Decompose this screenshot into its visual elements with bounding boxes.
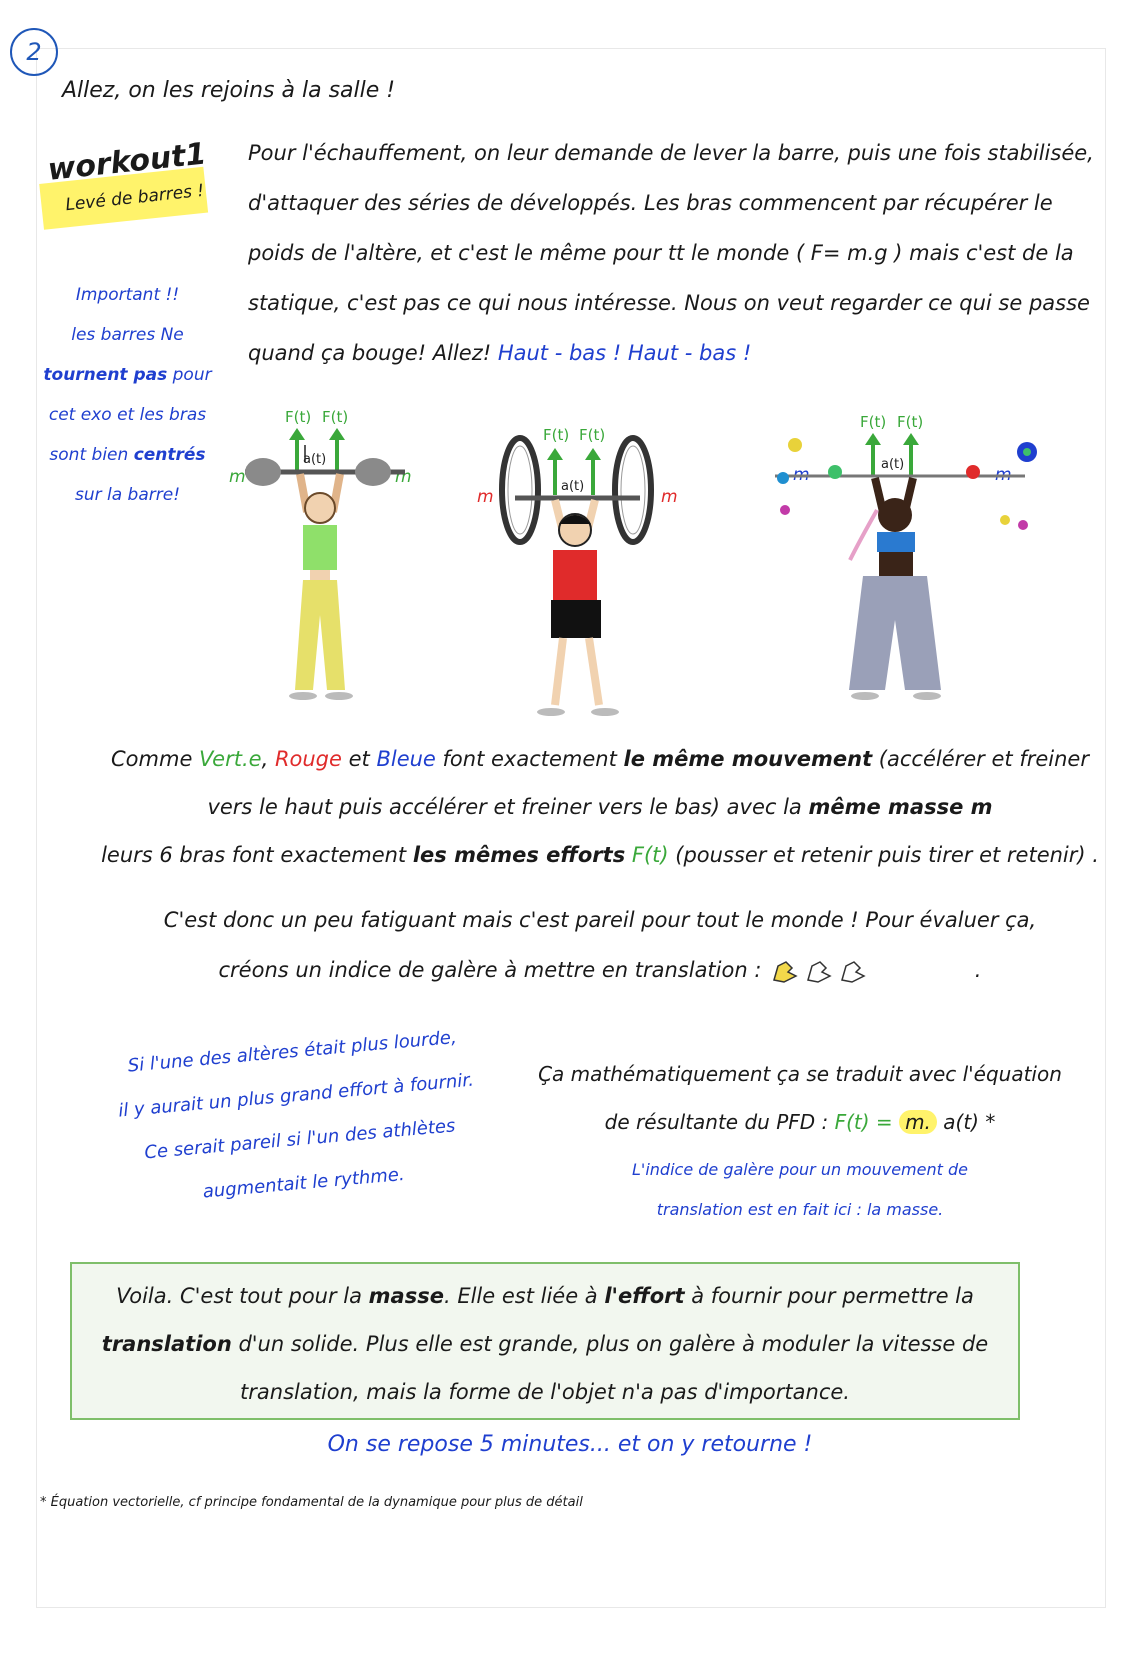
summary-emphasis: l'effort [604, 1284, 685, 1308]
note-line: cet exo et les bras [48, 405, 207, 425]
rest-message: On se repose 5 minutes... et on y retour… [327, 1432, 813, 1457]
note-emphasis: centrés [133, 445, 206, 465]
force-label: F(t) [543, 426, 569, 444]
name-bleue: Bleue [376, 747, 436, 771]
note-text: pour [167, 365, 212, 385]
paragraph-line: créons un indice de galère à mettre en t… [150, 945, 1050, 995]
force-label: F(t) [860, 413, 886, 431]
paragraph-text [625, 843, 632, 867]
equation-label: de résultante du PFD : [604, 1110, 829, 1134]
note-line: les barres Ne [71, 325, 184, 345]
accel-label: a(t) [303, 452, 326, 467]
paragraph-intro: Pour l'échauffement, on leur demande de … [248, 128, 1098, 378]
page-number: 2 [10, 28, 58, 76]
paragraph-line: C'est donc un peu fatiguant mais c'est p… [163, 908, 1037, 932]
paragraph-highlight: Haut - bas ! Haut - bas ! [497, 341, 752, 365]
emphasis-same-movement: le même mouvement [623, 747, 873, 771]
summary-box: Voila. C'est tout pour la masse. Elle es… [70, 1262, 1020, 1420]
paragraph-text: , [261, 747, 275, 771]
note-text: sont bien [49, 445, 134, 465]
mass-label: m [661, 487, 678, 507]
important-note: Important !! les barres Ne tournent pas … [40, 275, 215, 515]
side-remark: Si l'une des altères était plus lourde, … [81, 1012, 515, 1224]
eq-force: F(t) [834, 1110, 870, 1134]
paragraph-text: leurs 6 bras font exactement [101, 843, 413, 867]
footnote: * Équation vectorielle, cf principe fond… [40, 1495, 583, 1510]
note-line: translation est en fait ici : la masse. [656, 1200, 944, 1219]
force-label: F(t) [322, 408, 348, 426]
force-label: F(t) [579, 426, 605, 444]
pfd-equation: F(t) = m. a(t) * [834, 1098, 996, 1146]
force-symbol: F(t) [631, 843, 669, 867]
paragraph-text: . [974, 958, 982, 982]
note-line: sont bien centrés [40, 435, 215, 475]
note-line: sur la barre! [74, 485, 181, 505]
summary-text: translation, mais la forme de l'objet n'… [240, 1380, 850, 1404]
summary-text: d'un solide. Plus elle est grande, plus … [231, 1332, 989, 1356]
emphasis-same-effort: les mêmes efforts [412, 843, 626, 867]
note-emphasis: tournent pas [43, 365, 168, 385]
intro-text: Allez, on les rejoins à la salle ! [62, 78, 396, 103]
equation-intro: Ça mathématiquement ça se traduit avec l… [538, 1062, 1062, 1086]
summary-text: à fournir pour permettre la [684, 1284, 974, 1308]
note-line: tournent pas pour [40, 355, 215, 395]
paragraph-text: font exactement [435, 747, 624, 771]
summary-emphasis: masse [368, 1284, 444, 1308]
athletes-illustrations: F(t) F(t) a(t) m m F(t) F(t) a(t) m m F(… [215, 400, 1095, 730]
summary-emphasis: translation [101, 1332, 232, 1356]
athlete-green-figure: F(t) F(t) a(t) m m [229, 408, 412, 700]
summary-text: Voila. C'est tout pour la [116, 1284, 369, 1308]
eq-accel: a(t) * [936, 1110, 996, 1134]
athlete-blue-figure: F(t) F(t) a(t) m m [775, 413, 1037, 700]
note-line: Important !! [75, 285, 180, 305]
paragraph-text: Pour l'échauffement, on leur demande de … [248, 141, 1094, 365]
equation-note: L'indice de galère pour un mouvement de … [520, 1150, 1080, 1230]
force-label: F(t) [897, 413, 923, 431]
equation-line: de résultante du PFD : F(t) = m. a(t) * [520, 1098, 1080, 1146]
name-vert: Vert.e [199, 747, 262, 771]
paragraph-galere: C'est donc un peu fatiguant mais c'est p… [150, 895, 1050, 995]
emphasis-same-mass: même masse m [808, 795, 993, 819]
eq-equals: = [869, 1110, 900, 1134]
accel-label: a(t) [881, 457, 904, 472]
workout-badge: workout1 Levé de barres ! [36, 136, 214, 237]
note-line: L'indice de galère pour un mouvement de [632, 1160, 968, 1179]
accel-label: a(t) [561, 479, 584, 494]
mass-label: m [229, 467, 246, 487]
mass-label: m [477, 487, 494, 507]
paragraph-text: Comme [111, 747, 200, 771]
name-rouge: Rouge [274, 747, 342, 771]
force-label: F(t) [285, 408, 311, 426]
eq-mass: m. [899, 1110, 937, 1134]
paragraph-text: et [341, 747, 377, 771]
equation-block: Ça mathématiquement ça se traduit avec l… [520, 1050, 1080, 1230]
flexed-arm-icon [773, 961, 866, 983]
paragraph-text: (pousser et retenir puis tirer et reteni… [668, 843, 1099, 867]
athlete-red-figure: F(t) F(t) a(t) m m [477, 426, 678, 716]
paragraph-comparison: Comme Vert.e, Rouge et Bleue font exacte… [100, 735, 1100, 879]
paragraph-text: créons un indice de galère à mettre en t… [218, 958, 762, 982]
summary-text: . Elle est liée à [443, 1284, 605, 1308]
